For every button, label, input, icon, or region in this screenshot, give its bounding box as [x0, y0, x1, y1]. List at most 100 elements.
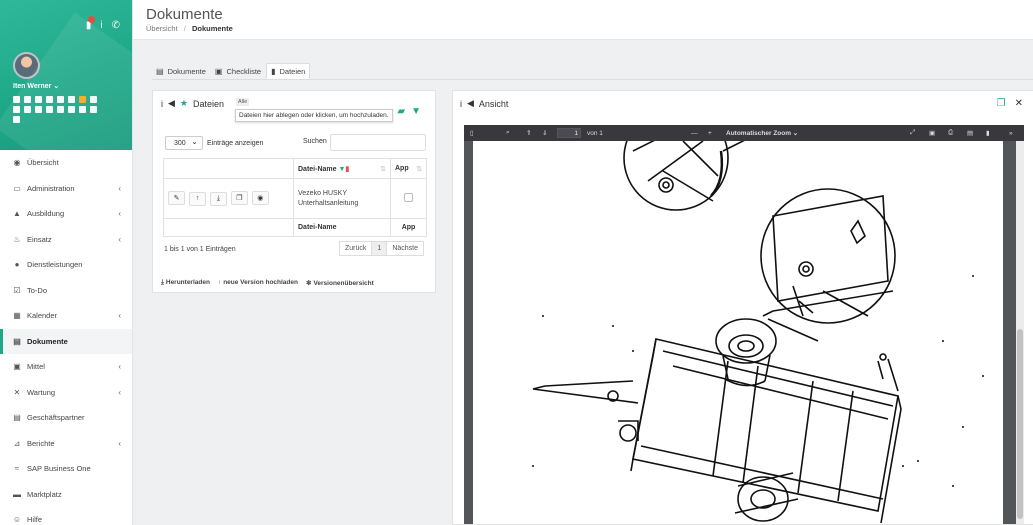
chat-icon[interactable] — [57, 106, 64, 113]
tab-dokumente[interactable]: ▤ Dokumente — [152, 63, 210, 79]
pdf-scrollbar[interactable] — [1016, 141, 1024, 524]
next-page-button[interactable]: Nächste — [386, 241, 424, 256]
megaphone-icon[interactable]: ◀ — [168, 98, 175, 109]
filter-icon[interactable]: ▼ — [411, 106, 421, 117]
info-icon[interactable]: i — [460, 99, 462, 109]
sidebar-item-label: Dokumente — [27, 336, 68, 346]
folder-upload-icon[interactable]: ▰ — [397, 106, 405, 117]
sidebar-item-administration[interactable]: ▭ Administration ‹ — [0, 176, 132, 202]
calendar-icon[interactable] — [13, 116, 20, 123]
report-icon[interactable] — [90, 106, 97, 113]
search-icon[interactable]: ⌕ — [506, 125, 510, 141]
app-checkbox[interactable] — [404, 193, 413, 202]
tab-dateien[interactable]: ▮ Dateien — [266, 63, 311, 79]
prev-page-button[interactable]: Zurück — [339, 241, 373, 256]
sidebar-item-einsatz[interactable]: ♨ Einsatz ‹ — [0, 227, 132, 253]
monitor-icon: ▭ — [13, 183, 21, 193]
close-icon[interactable]: ✕ — [1015, 98, 1023, 109]
username-dropdown[interactable]: Iten Werner ⌄ — [13, 82, 59, 90]
upload-button[interactable]: ↑ — [188, 191, 206, 206]
window-restore-icon[interactable]: ❐ — [997, 98, 1006, 109]
table-row: ✎ ↑ ⤓ ❐ ◉ Vezeko HUSKY Unterhaltsanleitu… — [163, 178, 427, 219]
file-name-cell[interactable]: Vezeko HUSKY Unterhaltsanleitung — [293, 178, 391, 219]
sidebar-item-uebersicht[interactable]: ◉ Übersicht — [0, 150, 132, 176]
sidebar-item-dienstleistungen[interactable]: ● Dienstleistungen — [0, 252, 132, 278]
sidebar-item-ausbildung[interactable]: ▲ Ausbildung ‹ — [0, 201, 132, 227]
copy-button[interactable]: ❐ — [230, 191, 248, 205]
sitemap-icon[interactable] — [46, 106, 53, 113]
sort-icon[interactable]: ⇅ — [416, 165, 422, 173]
card-icon[interactable] — [24, 106, 31, 113]
avatar[interactable] — [13, 52, 40, 79]
edit-icon[interactable] — [13, 96, 20, 103]
table-info: 1 bis 1 von 1 Einträgen — [164, 246, 236, 253]
sidebar-toggle-icon[interactable]: ▯ — [470, 125, 474, 141]
download-link[interactable]: ⤓ Herunterladen — [161, 279, 210, 287]
sidebar-item-geschaeftspartner[interactable]: ▤ Geschäftspartner — [0, 405, 132, 431]
page-1-button[interactable]: 1 — [371, 241, 388, 256]
viewer-panel-title: Ansicht — [478, 98, 509, 109]
file-icon[interactable] — [79, 106, 86, 113]
notification-icon[interactable]: ▮ — [86, 16, 96, 31]
pdf-viewer[interactable] — [464, 141, 1024, 524]
sidebar-item-marktplatz[interactable]: ▬ Marktplatz — [0, 482, 132, 508]
page-header: Dokumente Übersicht / Dokumente — [133, 0, 1033, 40]
filename-column-header[interactable]: Datei-Name ▼▮ ⇅ — [293, 158, 391, 179]
download-icon[interactable]: ▤ — [967, 125, 973, 141]
download-button[interactable]: ⤓ — [209, 192, 227, 206]
edit-button[interactable]: ✎ — [168, 191, 185, 205]
page-size-select[interactable]: 300 — [165, 136, 203, 150]
versions-link[interactable]: ✻ Versionenübersicht — [306, 279, 374, 287]
presentation-mode-icon[interactable]: ⤢ — [910, 125, 915, 141]
sidebar-item-wartung[interactable]: ✕ Wartung ‹ — [0, 380, 132, 406]
zoom-out-button[interactable]: — — [691, 125, 698, 141]
filter-all-badge[interactable]: Alle — [236, 98, 250, 106]
zoom-select[interactable]: Automatischer Zoom ⌄ — [726, 125, 798, 141]
star-icon[interactable] — [79, 96, 86, 103]
star-icon[interactable]: ★ — [180, 98, 188, 109]
folder-icon[interactable] — [90, 96, 97, 103]
sidebar-item-berichte[interactable]: ⊿ Berichte ‹ — [0, 431, 132, 457]
sidebar-item-label: Kalender — [27, 311, 58, 321]
info-icon[interactable]: i — [161, 99, 163, 109]
image-icon[interactable] — [35, 106, 42, 113]
sidebar-item-label: SAP Business One — [27, 464, 91, 474]
document-icon[interactable] — [46, 96, 53, 103]
sort-icon[interactable]: ⇅ — [380, 165, 386, 173]
scrollbar-thumb[interactable] — [1017, 329, 1023, 519]
phone-icon[interactable]: ✆ — [112, 20, 120, 31]
arrow-down-icon[interactable]: ⇓ — [542, 125, 547, 141]
print-icon[interactable]: ⎙ — [948, 125, 953, 141]
upload-version-link[interactable]: ↑ neue Version hochladen — [218, 279, 298, 287]
breadcrumb-home[interactable]: Übersicht — [146, 24, 178, 33]
truck-icon[interactable] — [13, 106, 20, 113]
arrow-up-icon[interactable]: ⇑ — [526, 125, 531, 141]
zoom-in-button[interactable]: + — [708, 125, 712, 141]
sidebar-item-dokumente[interactable]: ▤ Dokumente — [0, 328, 132, 354]
info-icon[interactable] — [68, 96, 75, 103]
sidebar-item-kalender[interactable]: ▦ Kalender ‹ — [0, 303, 132, 329]
page-title: Dokumente — [146, 6, 223, 23]
sidebar-item-label: Einsatz — [27, 234, 52, 244]
app-column-header[interactable]: App ⇅ — [390, 158, 427, 179]
pdf-toolbar: ▯ ⌕ ⇑ ⇓ 1 von 1 — + Automatischer Zoom ⌄… — [464, 125, 1024, 141]
table-icon[interactable] — [35, 96, 42, 103]
users-icon[interactable] — [68, 106, 75, 113]
bookmark-icon[interactable]: ▮ — [986, 125, 990, 141]
tools-menu-icon[interactable]: » — [1009, 125, 1013, 141]
sidebar-item-mittel[interactable]: ▣ Mittel ‹ — [0, 354, 132, 380]
open-file-icon[interactable]: ▣ — [929, 125, 935, 141]
preview-button[interactable]: ◉ — [251, 191, 269, 205]
sidebar-item-todo[interactable]: ☑ To-Do — [0, 278, 132, 304]
sidebar-item-hilfe[interactable]: ☺ Hilfe — [0, 507, 132, 525]
tool-icon[interactable] — [57, 96, 64, 103]
search-input[interactable] — [330, 134, 426, 151]
megaphone-icon[interactable]: ◀ — [467, 98, 474, 109]
sidebar-item-sap[interactable]: ≈ SAP Business One — [0, 456, 132, 482]
trash-icon[interactable]: ▮ — [345, 166, 349, 173]
dropzone-tooltip[interactable]: Dateien hier ablegen oder klicken, um ho… — [235, 109, 393, 122]
list-icon[interactable] — [24, 96, 31, 103]
page-number-input[interactable]: 1 — [557, 128, 581, 138]
tab-checkliste[interactable]: ▣ Checkliste — [211, 63, 265, 79]
info-icon[interactable]: i — [100, 20, 102, 31]
